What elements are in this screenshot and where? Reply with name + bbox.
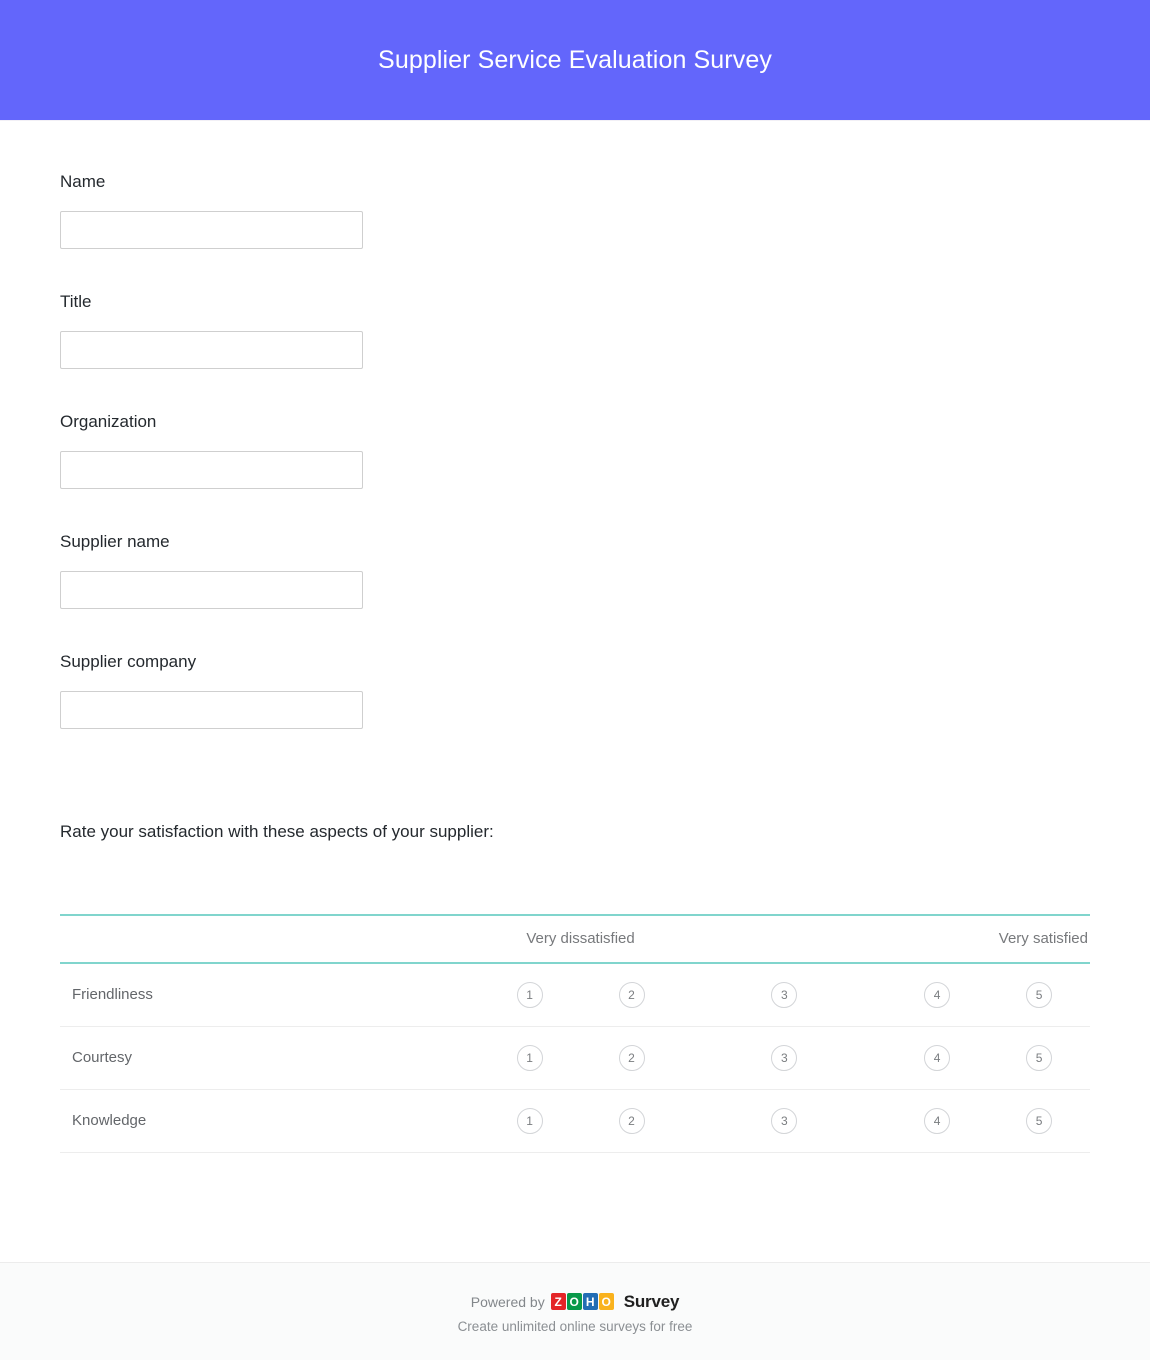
rating-radio-2[interactable]: 2: [618, 1044, 645, 1071]
rating-radio-5[interactable]: 5: [1026, 981, 1053, 1008]
matrix-option-cell: 3: [682, 962, 887, 1027]
zoho-survey-wordmark: Survey: [623, 1292, 680, 1311]
field-input[interactable]: [60, 571, 363, 610]
rating-radio-4[interactable]: 4: [924, 1044, 951, 1071]
field-label: Name: [60, 172, 106, 191]
matrix-option-cell: 4: [886, 962, 989, 1027]
matrix-option-cell: 5: [988, 1026, 1090, 1090]
matrix-option-cell: 5: [988, 962, 1090, 1027]
rating-radio-3[interactable]: 3: [771, 1044, 798, 1071]
zoho-tile-z-0: Z: [550, 1293, 566, 1310]
matrix-row: Friendliness 1 2 3 4 5: [60, 962, 1090, 1027]
powered-by-line: Powered by ZOHO Survey: [0, 1293, 1150, 1310]
form-fields: Name Title Organization Supplier name Suppli…: [60, 121, 1090, 730]
matrix-question-block: Rate your satisfaction with these aspect…: [60, 729, 1090, 1153]
matrix-row-label: Knowledge: [60, 1089, 479, 1153]
matrix-question-text: Rate your satisfaction with these aspect…: [60, 822, 494, 842]
rating-matrix: Very dissatisfied Very satisfied Friendl…: [60, 913, 1090, 1153]
zoho-logo-icon[interactable]: ZOHO: [550, 1293, 614, 1310]
matrix-option-cell: 5: [988, 1089, 1090, 1153]
rating-radio-2[interactable]: 2: [618, 1107, 645, 1134]
matrix-option-cell: 4: [886, 1026, 989, 1090]
rating-radio-4[interactable]: 4: [924, 1107, 951, 1134]
rating-radio-1[interactable]: 1: [516, 1044, 543, 1071]
survey-footer: Powered by ZOHO Survey Create unlimited …: [0, 1262, 1150, 1360]
matrix-option-cell: 2: [580, 1089, 683, 1153]
matrix-option-cell: 3: [682, 1089, 887, 1153]
matrix-row-label: Friendliness: [60, 962, 479, 1027]
matrix-body: Friendliness 1 2 3 4 5 Courtesy 1 2 3 4 5 Knowledge 1…: [60, 962, 1090, 1153]
survey-body: Name Title Organization Supplier name Suppli…: [0, 121, 1150, 1262]
rating-radio-2[interactable]: 2: [618, 981, 645, 1008]
field-label: Supplier company: [60, 652, 197, 672]
matrix-option-cell: 1: [478, 962, 581, 1027]
field-input[interactable]: [60, 331, 363, 370]
zoho-tile-o-3: O: [598, 1293, 614, 1310]
rating-radio-4[interactable]: 4: [924, 981, 951, 1008]
survey-header: Supplier Service Evaluation Survey: [0, 0, 1150, 121]
field-input[interactable]: [60, 691, 363, 730]
matrix-option-cell: 2: [580, 1026, 683, 1090]
zoho-tile-o-1: O: [566, 1293, 582, 1310]
field-input[interactable]: [60, 211, 363, 250]
field-input[interactable]: [60, 451, 363, 490]
matrix-row-label: Courtesy: [60, 1026, 479, 1090]
zoho-tile-h-2: H: [582, 1293, 598, 1310]
matrix-option-cell: 4: [886, 1089, 989, 1153]
form-field-block: Name: [60, 121, 1090, 250]
rating-radio-5[interactable]: 5: [1026, 1044, 1053, 1071]
rating-radio-3[interactable]: 3: [771, 981, 798, 1008]
matrix-anchor-low: Very dissatisfied: [478, 913, 683, 964]
matrix-row: Knowledge 1 2 3 4 5: [60, 1089, 1090, 1153]
matrix-option-cell: 2: [580, 962, 683, 1027]
form-field-block: Supplier name: [60, 489, 1090, 610]
matrix-option-cell: 3: [682, 1026, 887, 1090]
matrix-corner-cell: [60, 913, 479, 964]
rating-radio-5[interactable]: 5: [1026, 1107, 1053, 1134]
form-field-block: Title: [60, 249, 1090, 370]
matrix-spacer-cell: [682, 913, 887, 964]
matrix-row: Courtesy 1 2 3 4 5: [60, 1026, 1090, 1090]
field-label: Supplier name: [60, 532, 170, 552]
powered-by-label: Powered by: [470, 1293, 545, 1310]
form-field-block: Supplier company: [60, 609, 1090, 730]
survey-page: Supplier Service Evaluation Survey Name T…: [0, 0, 1150, 1360]
matrix-option-cell: 1: [478, 1089, 581, 1153]
field-label: Title: [60, 292, 92, 312]
rating-radio-1[interactable]: 1: [516, 1107, 543, 1134]
rating-radio-3[interactable]: 3: [771, 1107, 798, 1134]
matrix-header-row: Very dissatisfied Very satisfied: [60, 913, 1090, 964]
matrix-anchor-high: Very satisfied: [886, 913, 1090, 964]
footer-tagline: Create unlimited online surveys for free: [457, 1319, 693, 1334]
field-label: Organization: [60, 412, 157, 432]
form-field-block: Organization: [60, 369, 1090, 490]
matrix-option-cell: 1: [478, 1026, 581, 1090]
page-title: Supplier Service Evaluation Survey: [378, 46, 772, 74]
matrix-head: Very dissatisfied Very satisfied: [60, 913, 1090, 964]
rating-radio-1[interactable]: 1: [516, 981, 543, 1008]
